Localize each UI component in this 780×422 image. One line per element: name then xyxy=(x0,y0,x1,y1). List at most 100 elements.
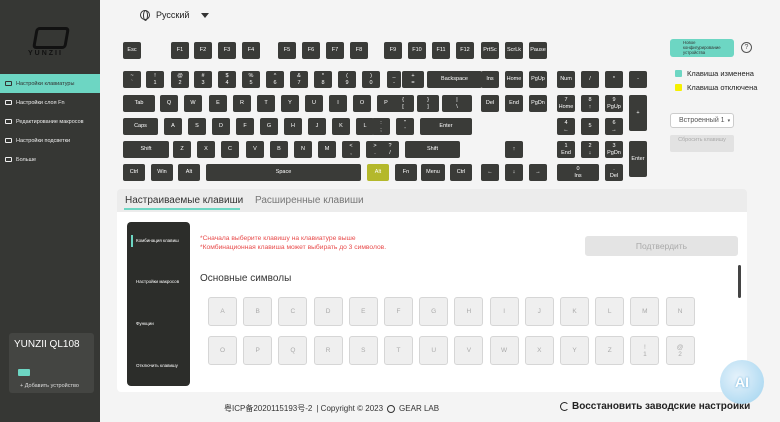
key-+-=[interactable]: + = xyxy=(402,71,424,88)
key-~-`[interactable]: ~ ` xyxy=(123,71,141,88)
key-tab[interactable]: Tab xyxy=(123,95,155,112)
key-f10[interactable]: F10 xyxy=(408,42,426,59)
key-c[interactable]: C xyxy=(221,141,239,158)
symbol-key[interactable]: J xyxy=(524,297,554,326)
device-keyboard-icon[interactable] xyxy=(18,369,30,376)
symbol-key[interactable]: X xyxy=(524,336,554,365)
key-(-9[interactable]: ( 9 xyxy=(338,71,356,88)
symbol-key[interactable]: K xyxy=(560,297,589,326)
symbol-key[interactable]: E xyxy=(348,297,378,326)
key-esc[interactable]: Esc xyxy=(123,42,141,59)
key-→[interactable]: → xyxy=(529,164,547,181)
key-home[interactable]: Home xyxy=(505,71,523,88)
key-ctrl[interactable]: Ctrl xyxy=(450,164,472,181)
key-y[interactable]: Y xyxy=(281,95,299,112)
symbol-key[interactable]: L xyxy=(595,297,625,326)
key-)-0[interactable]: ) 0 xyxy=(362,71,380,88)
key-i[interactable]: I xyxy=(329,95,347,112)
key-.-del[interactable]: . Del xyxy=(605,164,623,181)
key-2-↓[interactable]: 2 ↓ xyxy=(581,141,599,158)
symbol-key[interactable]: H xyxy=(454,297,484,326)
symbol-key[interactable]: R xyxy=(313,336,343,365)
key-h[interactable]: H xyxy=(284,118,302,135)
symbol-key[interactable]: T xyxy=(384,336,413,365)
symbol-key[interactable]: C xyxy=(278,297,308,326)
symbol-key[interactable]: N xyxy=(665,297,695,326)
key-&-7[interactable]: & 7 xyxy=(290,71,308,88)
key-q[interactable]: Q xyxy=(160,95,178,112)
key-m[interactable]: M xyxy=(318,141,336,158)
key-#-3[interactable]: # 3 xyxy=(194,71,212,88)
scrollbar[interactable] xyxy=(738,265,741,298)
symbol-key[interactable]: U xyxy=(419,336,449,365)
symbol-key[interactable]: P xyxy=(243,336,273,365)
key-*[interactable]: * xyxy=(605,71,623,88)
key-b[interactable]: B xyxy=(270,141,288,158)
key-|-\[interactable]: | \ xyxy=(442,95,472,112)
key-*-8[interactable]: * 8 xyxy=(314,71,332,88)
symbol-key[interactable]: V xyxy=(454,336,484,365)
key-z[interactable]: Z xyxy=(173,141,191,158)
key-?-/[interactable]: ? / xyxy=(381,141,399,158)
tab-custom-keys[interactable]: Настраиваемые клавиши xyxy=(125,195,243,206)
symbol-key[interactable]: Q xyxy=(278,336,308,365)
symbol-key[interactable]: B xyxy=(243,297,273,326)
key-o[interactable]: O xyxy=(353,95,371,112)
key-pgup[interactable]: PgUp xyxy=(529,71,547,88)
key-_--[interactable]: _ - xyxy=(387,71,401,88)
key-"-'[interactable]: " ' xyxy=(396,118,414,135)
key-%-5[interactable]: % 5 xyxy=(242,71,260,88)
symbol-key[interactable]: ! 1 xyxy=(630,336,660,365)
key-r[interactable]: R xyxy=(233,95,251,112)
key-f4[interactable]: F4 xyxy=(242,42,260,59)
key-9-pgup[interactable]: 9 PgUp xyxy=(605,95,623,112)
key-7-home[interactable]: 7 Home xyxy=(557,95,575,112)
symbol-key[interactable]: @ 2 xyxy=(665,336,695,365)
key-a[interactable]: A xyxy=(164,118,182,135)
sidebar-item-keyboard-settings[interactable]: Настройки клавиатуры xyxy=(0,74,100,93)
menu-item-functions[interactable]: Функции xyxy=(127,321,190,326)
factory-reset-button[interactable]: Восстановить заводские настройки xyxy=(560,401,750,412)
key-alt[interactable]: Alt xyxy=(178,164,200,181)
symbol-key[interactable]: M xyxy=(630,297,660,326)
key-n[interactable]: N xyxy=(294,141,312,158)
key-enter[interactable]: Enter xyxy=(420,118,472,135)
key-4-←[interactable]: 4 ← xyxy=(557,118,575,135)
key-s[interactable]: S xyxy=(188,118,206,135)
symbol-key[interactable]: A xyxy=(208,297,237,326)
ai-assistant-badge[interactable]: AI xyxy=(720,360,764,404)
key-d[interactable]: D xyxy=(212,118,230,135)
key-f11[interactable]: F11 xyxy=(432,42,450,59)
key-}-][interactable]: } ] xyxy=(417,95,439,112)
key-x[interactable]: X xyxy=(197,141,215,158)
key-pgdn[interactable]: PgDn xyxy=(529,95,547,112)
key-prtsc[interactable]: PrtSc xyxy=(481,42,499,59)
key-scrlk[interactable]: ScrLk xyxy=(505,42,523,59)
reset-key-button[interactable]: Сбросить клавишу xyxy=(670,135,734,152)
key-<-,[interactable]: < , xyxy=(342,141,360,158)
sidebar-item-fn-layer[interactable]: Настройки слоя Fn xyxy=(0,93,100,112)
symbol-key[interactable]: G xyxy=(419,297,449,326)
key-w[interactable]: W xyxy=(184,95,202,112)
key-k[interactable]: K xyxy=(332,118,350,135)
key-f6[interactable]: F6 xyxy=(302,42,320,59)
symbol-key[interactable]: Y xyxy=(560,336,589,365)
key-!-1[interactable]: ! 1 xyxy=(146,71,164,88)
symbol-key[interactable]: Z xyxy=(595,336,625,365)
sidebar-item-lighting[interactable]: Настройки подсветки xyxy=(0,131,100,150)
menu-item-key-combination[interactable]: Комбинация клавиш xyxy=(127,235,190,247)
key-t[interactable]: T xyxy=(257,95,275,112)
key-f2[interactable]: F2 xyxy=(194,42,212,59)
key-:-;[interactable]: : ; xyxy=(372,118,390,135)
menu-item-disable-key[interactable]: Отключить клавишу xyxy=(127,363,190,368)
key-menu[interactable]: Menu xyxy=(421,164,445,181)
key-enter[interactable]: Enter xyxy=(629,141,647,177)
add-device-link[interactable]: + Добавить устройство xyxy=(20,383,79,389)
key-backspace[interactable]: Backspace xyxy=(427,71,482,88)
key-caps[interactable]: Caps xyxy=(123,118,158,135)
menu-item-macro-settings[interactable]: Настройки макросов xyxy=(127,279,190,284)
key-num[interactable]: Num xyxy=(557,71,575,88)
key-{-[[interactable]: { [ xyxy=(392,95,414,112)
key-5[interactable]: 5 xyxy=(581,118,599,135)
key-f5[interactable]: F5 xyxy=(278,42,296,59)
